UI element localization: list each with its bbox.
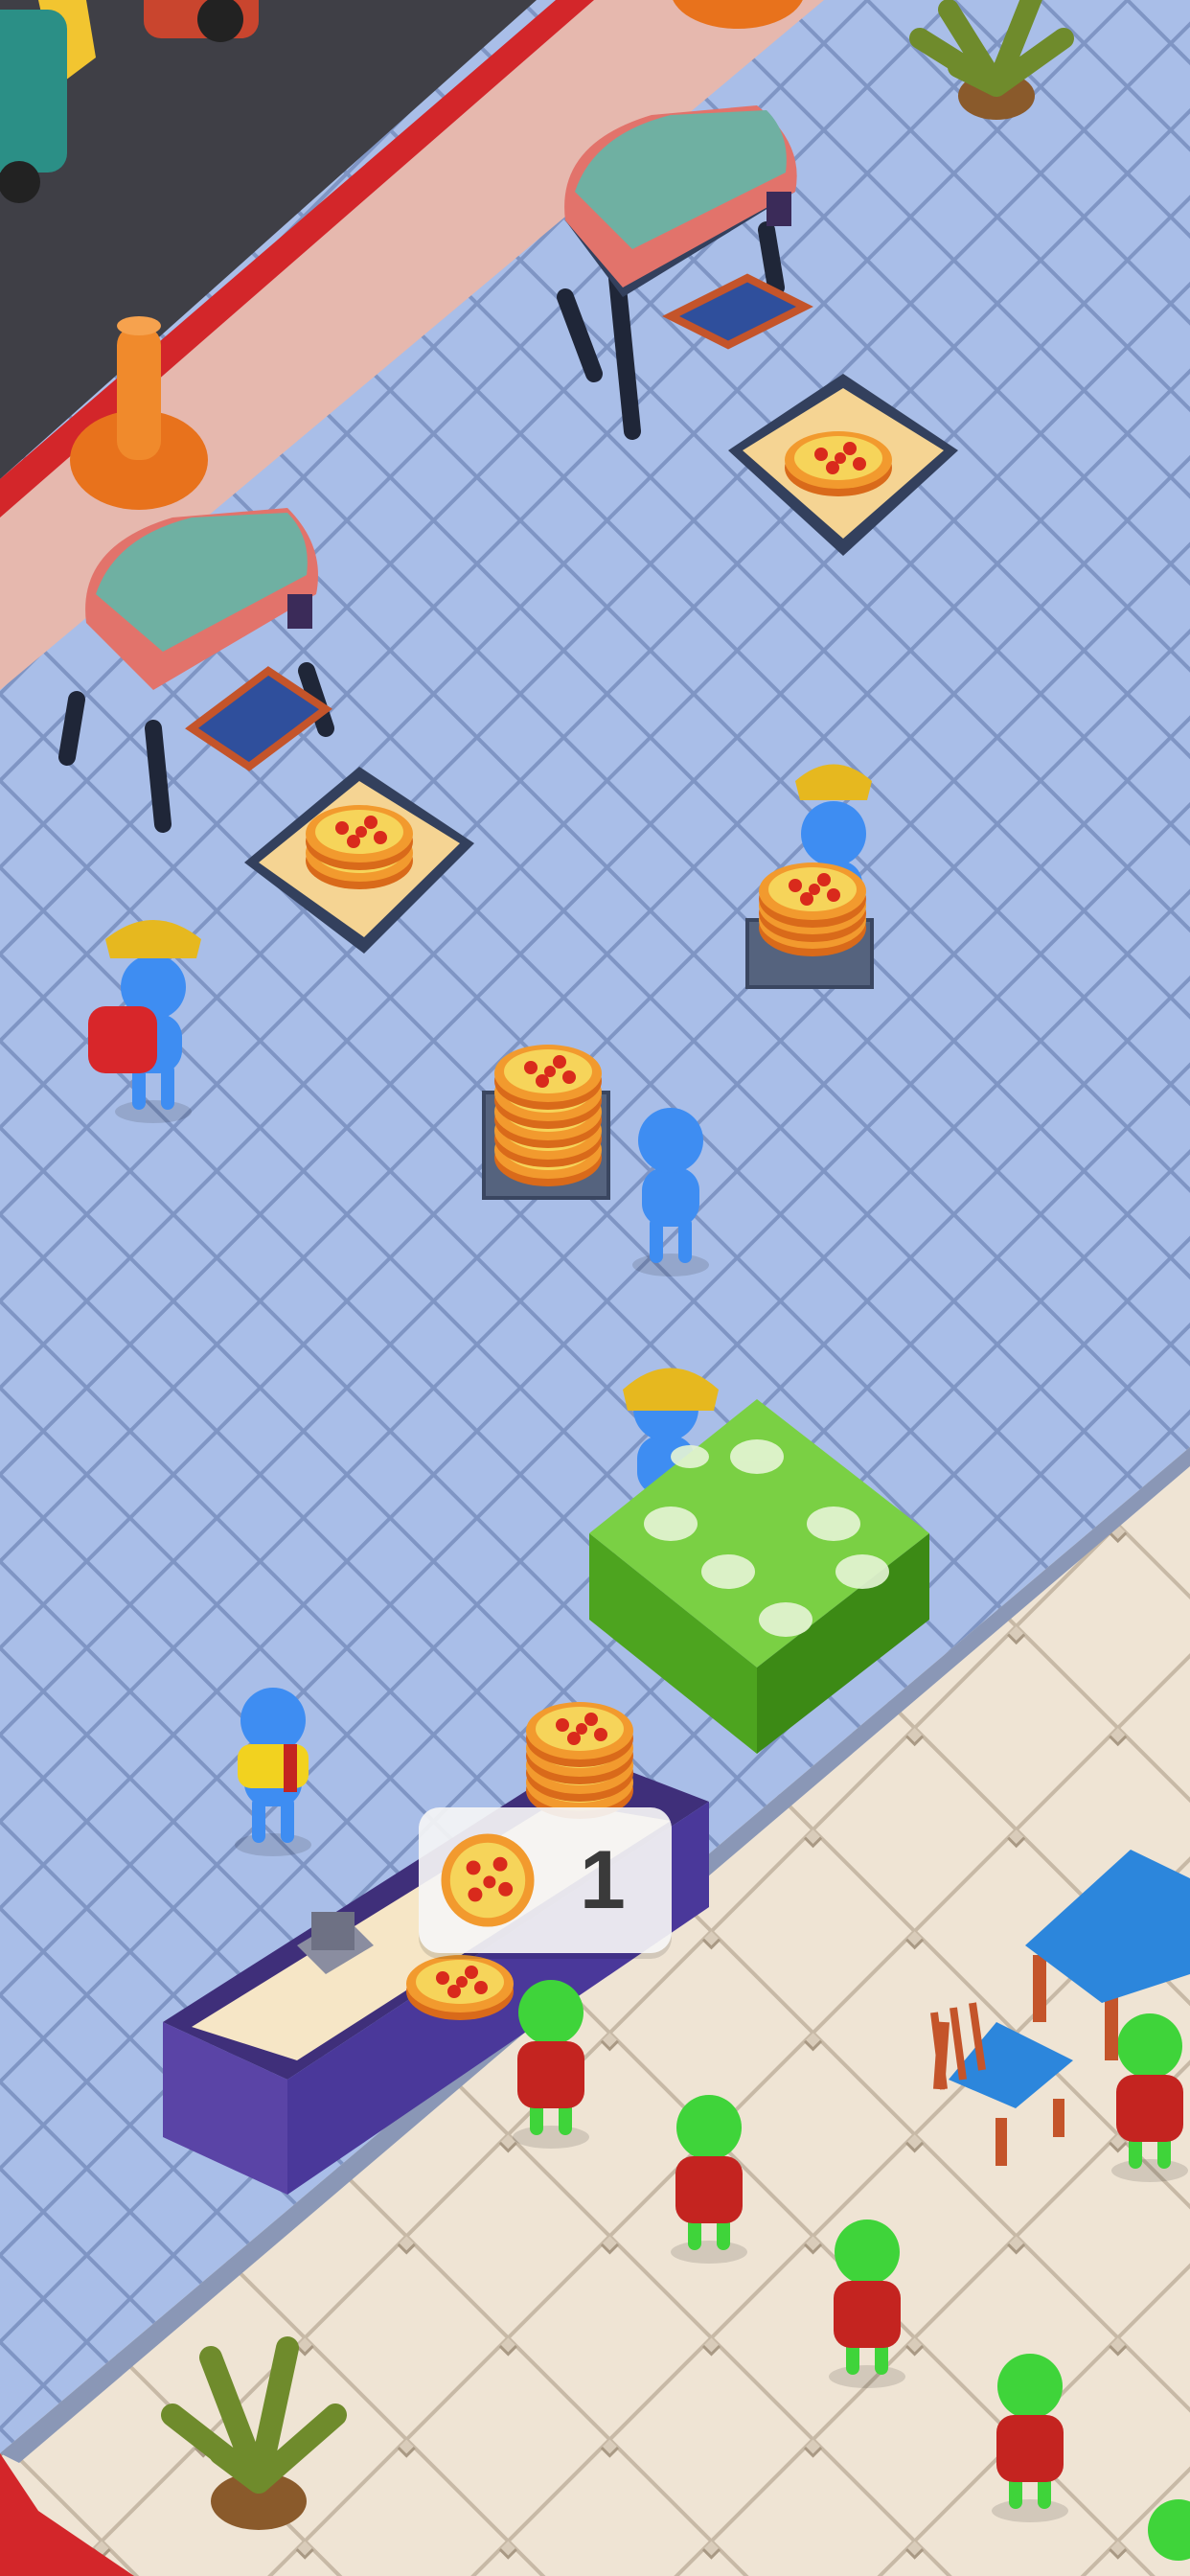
parked-car-top (144, 0, 259, 42)
pizza-icon (441, 1833, 535, 1927)
counter-pizza-stack (526, 1702, 633, 1819)
order-bubble: 1 (419, 1807, 672, 1953)
order-count: 1 (580, 1833, 626, 1926)
game-scene (0, 0, 1190, 2576)
